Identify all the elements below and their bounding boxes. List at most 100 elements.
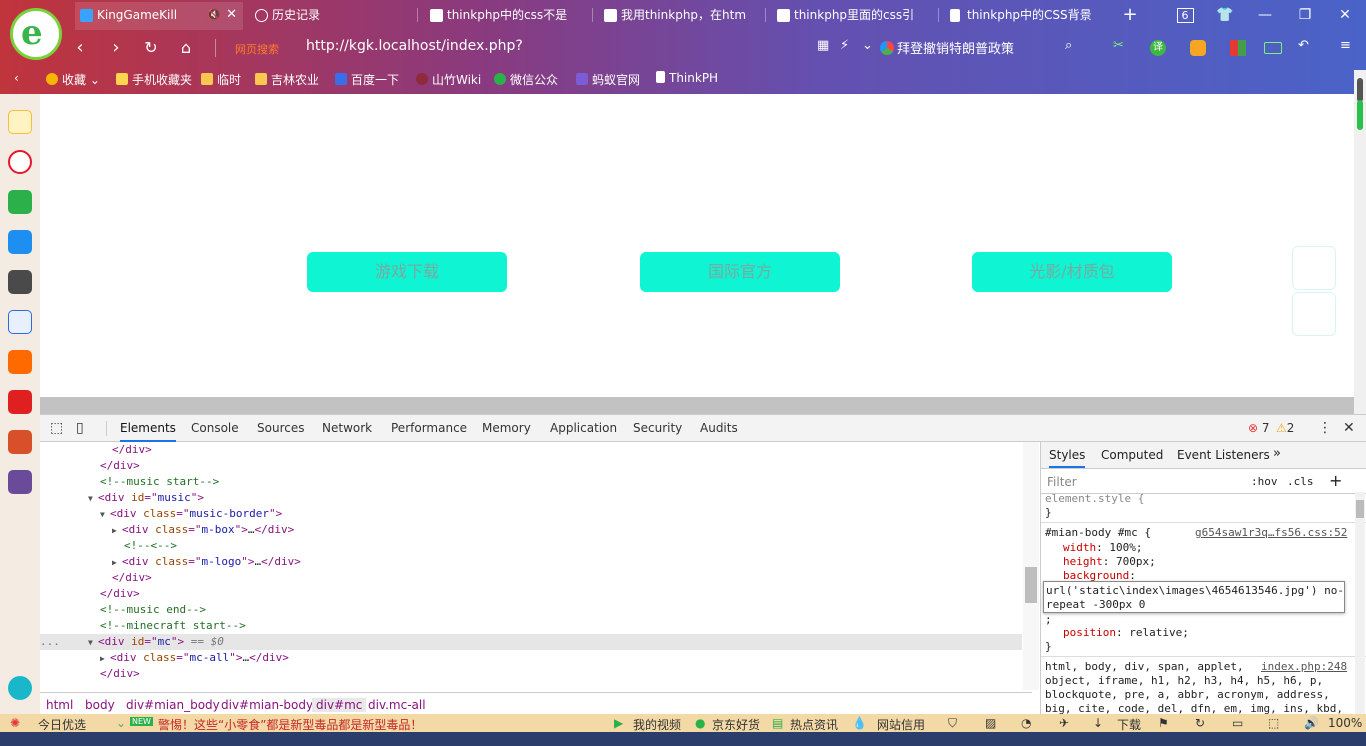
- dom-node-line[interactable]: ▼ <div class="music-border">: [40, 506, 1022, 522]
- my-videos[interactable]: 我的视频: [633, 716, 681, 733]
- side-widget[interactable]: [1292, 292, 1336, 336]
- selected-dom-node[interactable]: ... ▼ <div id="mc"> == $0: [40, 634, 1022, 650]
- dom-node-line[interactable]: ▶ <div class="m-box">…</div>: [40, 522, 1022, 538]
- forward-icon[interactable]: ›: [104, 36, 128, 60]
- flag-icon[interactable]: ⚑: [1158, 716, 1169, 730]
- scissors-icon[interactable]: ✂: [1113, 38, 1124, 53]
- jd-goods[interactable]: 京东好货: [712, 716, 760, 733]
- zoom-level[interactable]: 100%: [1328, 716, 1362, 730]
- prop-width[interactable]: width: 100%;: [1063, 541, 1143, 555]
- new-tab-button[interactable]: +: [1115, 4, 1145, 26]
- bookmark-temp[interactable]: 临时: [201, 71, 241, 88]
- battery-icon[interactable]: [1264, 42, 1282, 54]
- tab-thinkphp-3[interactable]: thinkphp里面的css引: [772, 2, 932, 30]
- tab-console[interactable]: Console: [191, 415, 239, 442]
- refresh-icon[interactable]: ↻: [1195, 716, 1205, 730]
- crumb-mc[interactable]: div#mc: [312, 698, 367, 712]
- game-download-button[interactable]: 游戏下载: [307, 252, 507, 292]
- dom-node-line[interactable]: </div>: [40, 458, 1022, 474]
- error-count[interactable]: ⊗ 7: [1248, 415, 1270, 442]
- crumb-mian-body-2[interactable]: div#mian-body: [221, 698, 313, 712]
- dom-node-line[interactable]: ▶ <div class="mc-all">…</div>: [40, 650, 1022, 666]
- menu-icon[interactable]: ≡: [1340, 38, 1351, 53]
- pin-icon[interactable]: ✈: [1059, 716, 1069, 730]
- download-icon[interactable]: ↓: [1093, 716, 1103, 730]
- cls-toggle[interactable]: .cls: [1287, 475, 1314, 488]
- tab-thinkphp-4[interactable]: thinkphp中的CSS背景: [945, 2, 1115, 30]
- ua-source-link[interactable]: index.php:248: [1261, 660, 1347, 674]
- add-rule-icon[interactable]: +: [1329, 471, 1342, 490]
- tab-kinggamekill[interactable]: KingGameKill 🔇 ✕: [75, 2, 243, 30]
- news-app-icon[interactable]: [8, 270, 32, 294]
- translate-button[interactable]: 译: [1150, 40, 1166, 56]
- crumb-mc-all[interactable]: div.mc-all: [368, 698, 426, 712]
- bookmark-favorites[interactable]: 收藏 ⌄: [46, 71, 100, 88]
- tab-network[interactable]: Network: [322, 415, 372, 442]
- red-app-icon[interactable]: [8, 390, 32, 414]
- dom-node-line[interactable]: </div>: [40, 570, 1022, 586]
- rule-source-link[interactable]: g654saw1r3q…fs56.css:52: [1195, 526, 1347, 540]
- shader-pack-button[interactable]: 光影/材质包: [972, 252, 1172, 292]
- dom-node-line[interactable]: </div>: [40, 442, 1022, 458]
- dom-node-line[interactable]: ▼ <div id="music">: [40, 490, 1022, 506]
- tab-thinkphp-1[interactable]: thinkphp中的css不是: [425, 2, 585, 30]
- bookmark-thinkphp[interactable]: ThinkPH: [656, 71, 718, 85]
- tab-history[interactable]: 历史记录: [250, 2, 415, 30]
- crumb-html[interactable]: html: [46, 698, 73, 712]
- tool-icon[interactable]: [8, 676, 32, 700]
- crumb-body[interactable]: body: [85, 698, 115, 712]
- address-search-label[interactable]: 网页搜索: [235, 41, 279, 57]
- page-vertical-scrollbar[interactable]: [1354, 70, 1366, 414]
- inspect-icon[interactable]: ⬚: [50, 415, 63, 442]
- warning-count[interactable]: ⚠2: [1276, 415, 1294, 442]
- more-tabs-icon[interactable]: »: [1273, 446, 1281, 461]
- window-icon[interactable]: ▭: [1232, 716, 1243, 730]
- headline-link[interactable]: 警惕！这些“小零食”都是新型毒品都是新型毒品！: [158, 716, 422, 733]
- game2-icon[interactable]: [8, 470, 32, 494]
- word-icon[interactable]: [8, 310, 32, 334]
- close-tab-icon[interactable]: ✕: [226, 2, 237, 28]
- tab-thinkphp-2[interactable]: 我用thinkphp，在htm: [599, 2, 759, 30]
- filter-input[interactable]: Filter: [1047, 475, 1077, 489]
- dom-node-line[interactable]: ▶ <div class="m-logo">…</div>: [40, 554, 1022, 570]
- lightning-icon[interactable]: ⚡: [840, 38, 849, 53]
- bookmark-icon[interactable]: ⬚: [1268, 716, 1279, 730]
- close-devtools-icon[interactable]: ✕: [1343, 415, 1355, 442]
- tab-styles[interactable]: Styles: [1049, 448, 1086, 468]
- tab-sources[interactable]: Sources: [257, 415, 304, 442]
- reload-icon[interactable]: ↻: [139, 36, 163, 60]
- search-icon[interactable]: ⌕: [1065, 38, 1072, 53]
- apps-icon[interactable]: [1230, 40, 1246, 56]
- coupon-icon[interactable]: [1190, 40, 1206, 56]
- dom-node-line[interactable]: </div>: [40, 586, 1022, 602]
- dom-node-line[interactable]: <!--minecraft start-->: [40, 618, 1022, 634]
- news-headline[interactable]: 拜登撤销特朗普政策: [897, 38, 1014, 57]
- chevron-down-icon[interactable]: ⌄: [862, 38, 873, 53]
- novel-icon[interactable]: [8, 350, 32, 374]
- bookmark-mangosteen[interactable]: 山竹Wiki: [416, 71, 481, 88]
- qr-icon[interactable]: ▦: [817, 38, 829, 53]
- bookmark-ant[interactable]: 蚂蚁官网: [576, 71, 640, 88]
- tab-count-button[interactable]: 6: [1170, 4, 1200, 27]
- p-app-icon[interactable]: [8, 230, 32, 254]
- dom-node-line[interactable]: </div>: [40, 666, 1022, 682]
- download-label[interactable]: 下载: [1117, 716, 1141, 733]
- address-bar[interactable]: http://kgk.localhost/index.php?: [306, 38, 523, 54]
- dom-node-line[interactable]: <!--music start-->: [40, 474, 1022, 490]
- mute-icon[interactable]: 🔇: [207, 2, 221, 28]
- home-icon[interactable]: ⌂: [174, 36, 198, 60]
- mail-icon[interactable]: [8, 190, 32, 214]
- hot-news[interactable]: 热点资讯: [790, 716, 838, 733]
- bookmark-baidu[interactable]: 百度一下: [335, 71, 399, 88]
- page-horizontal-scrollbar[interactable]: [40, 397, 1354, 414]
- volume-icon[interactable]: 🔊: [1304, 716, 1319, 730]
- weibo-icon[interactable]: [8, 150, 32, 174]
- prop-position[interactable]: position: relative;: [1063, 626, 1189, 640]
- background-value-editor[interactable]: url('static\index\images\4654613546.jpg'…: [1043, 581, 1345, 613]
- undo-icon[interactable]: ↶: [1298, 38, 1309, 53]
- bookmarks-back-icon[interactable]: ‹: [14, 71, 19, 85]
- close-window-button[interactable]: ✕: [1330, 4, 1360, 26]
- tab-memory[interactable]: Memory: [482, 415, 531, 442]
- tab-security[interactable]: Security: [633, 415, 682, 442]
- back-icon[interactable]: ‹: [68, 36, 92, 60]
